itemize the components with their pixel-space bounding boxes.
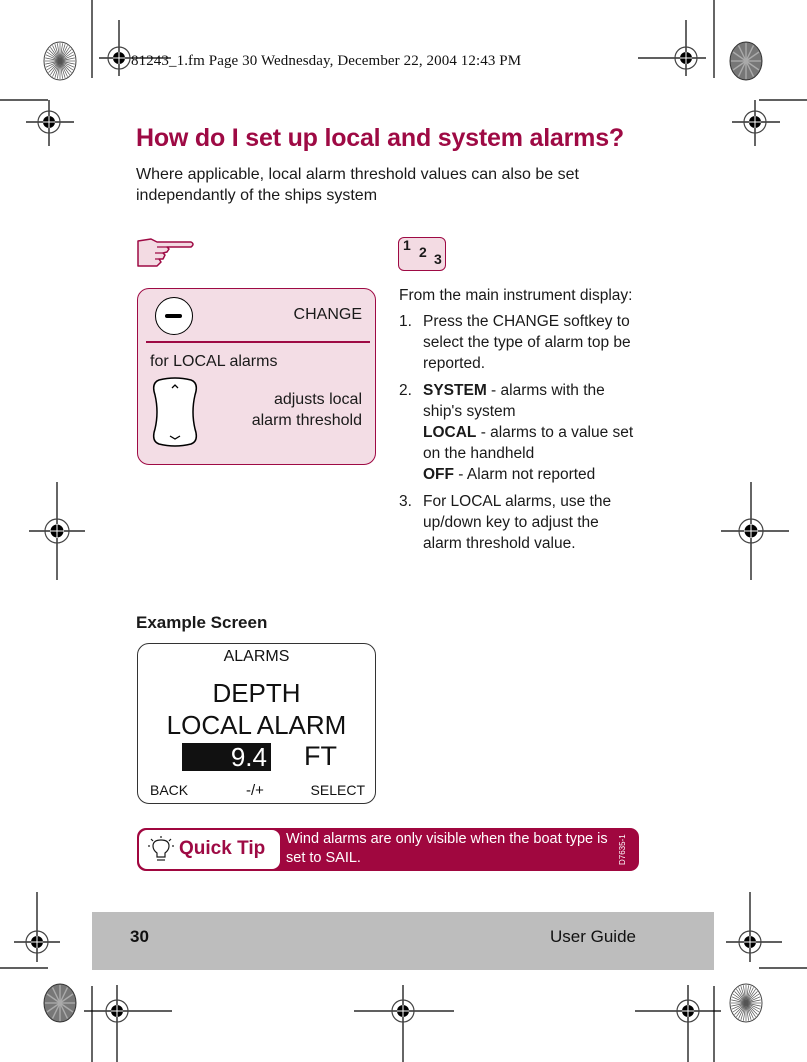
option-key: OFF <box>423 466 454 483</box>
screen-softkey-adjust: -/+ <box>246 782 264 799</box>
instruction-steps: 1. Press the CHANGE softkey to select th… <box>399 311 639 554</box>
screen-title: ALARMS <box>223 648 290 665</box>
page-footer: 30 User Guide <box>92 912 714 970</box>
instructions: From the main instrument display: 1. Pre… <box>399 285 639 560</box>
option-key: LOCAL <box>423 424 477 441</box>
example-screen: ALARMS DEPTH LOCAL ALARM 9.4 FT BACK -/+… <box>137 643 376 804</box>
local-alarms-label: for LOCAL alarms <box>150 353 278 370</box>
pointing-hand-icon <box>137 238 194 267</box>
lightbulb-icon <box>148 836 174 861</box>
minus-softkey-icon <box>155 297 193 335</box>
screen-softkey-back: BACK <box>150 782 189 798</box>
registration-mark-icon <box>354 985 454 1062</box>
figure-code: D7635-1 <box>617 834 631 865</box>
guide-label: User Guide <box>550 927 636 946</box>
step-number: 3. <box>399 493 412 510</box>
instruction-step: 3. For LOCAL alarms, use the up/down key… <box>399 491 639 554</box>
step-digit: 2 <box>419 244 427 260</box>
registration-mark-icon <box>638 20 706 76</box>
option-key: SYSTEM <box>423 382 487 399</box>
screen-threshold-value: 9.4 <box>182 743 271 772</box>
steps-123-icon: 1 2 3 <box>398 237 446 271</box>
step-digit: 3 <box>434 251 442 267</box>
registration-mark-icon <box>721 482 789 580</box>
instruction-step: 1. Press the CHANGE softkey to select th… <box>399 311 639 374</box>
option-desc: - Alarm not reported <box>454 466 596 483</box>
registration-mark-icon <box>14 892 60 962</box>
adjust-threshold-label: adjusts local alarm threshold <box>252 389 362 431</box>
screen-line-1: DEPTH <box>212 678 301 708</box>
registration-mark-icon <box>26 100 74 146</box>
registration-mark-icon <box>726 892 782 962</box>
quick-tip-text: Wind alarms are only visible when the bo… <box>286 831 608 866</box>
alarm-option: OFF - Alarm not reported <box>423 464 639 485</box>
page-title: How do I set up local and system alarms? <box>136 124 624 152</box>
print-header-stamp: 81243_1.fm Page 30 Wednesday, December 2… <box>131 53 522 69</box>
quick-tip-label: Quick Tip <box>179 838 266 859</box>
registration-mark-icon <box>29 482 85 580</box>
step-number: 1. <box>399 313 412 330</box>
registration-mark-icon <box>732 100 780 146</box>
instructions-intro: From the main instrument display: <box>399 287 633 304</box>
color-calibration-target-icon <box>729 41 763 81</box>
screen-unit: FT <box>304 741 337 771</box>
color-calibration-target-icon <box>729 983 763 1023</box>
change-softkey-label: CHANGE <box>293 306 362 323</box>
screen-line-2: LOCAL ALARM <box>166 710 347 740</box>
step-number: 2. <box>399 382 412 399</box>
color-calibration-target-icon <box>43 41 77 81</box>
quick-tip-bar: Quick Tip Wind alarms are only visible w… <box>137 828 639 871</box>
adjust-line-1: adjusts local <box>273 391 362 408</box>
example-screen-heading: Example Screen <box>136 613 268 632</box>
page-subtitle: Where applicable, local alarm threshold … <box>136 166 579 204</box>
panel-divider <box>146 341 370 343</box>
step-text: For LOCAL alarms, use the up/down key to… <box>423 493 612 552</box>
color-calibration-target-icon <box>43 983 77 1023</box>
adjust-line-2: alarm threshold <box>251 412 362 429</box>
page-number: 30 <box>130 927 149 946</box>
alarm-option: LOCAL - alarms to a value set on the han… <box>423 422 639 464</box>
quick-tip-label-box: Quick Tip <box>139 830 280 869</box>
alarm-option: SYSTEM - alarms with the ship's system <box>423 380 639 422</box>
step-text: Press the CHANGE softkey to select the t… <box>423 313 631 372</box>
step-digit: 1 <box>403 237 411 253</box>
screen-softkey-select: SELECT <box>310 782 365 798</box>
keys-panel: CHANGE for LOCAL alarms adjusts local al… <box>137 288 376 465</box>
up-down-key-icon <box>152 377 198 447</box>
figure-code-text: D7635-1 <box>618 834 627 865</box>
registration-mark-icon <box>84 985 172 1062</box>
instruction-step: 2. SYSTEM - alarms with the ship's syste… <box>399 380 639 485</box>
